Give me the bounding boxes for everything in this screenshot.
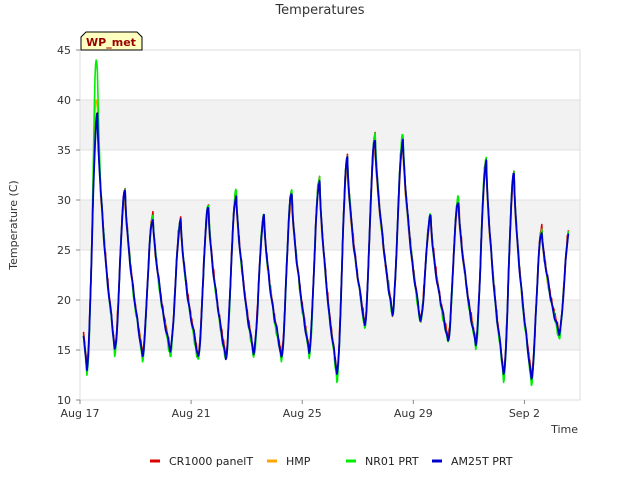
y-tick-label: 45 [57,44,71,57]
y-tick-label: 10 [57,394,71,407]
y-axis-label: Temperature (C) [7,180,20,270]
legend-item: NR01 PRT [346,455,419,468]
y-tick-label: 20 [57,294,71,307]
x-tick-label: Aug 21 [172,407,211,420]
legend-item: CR1000 panelT [150,455,253,468]
y-axis: 10 15 20 25 30 35 40 45 [57,44,80,407]
y-tick-label: 35 [57,144,71,157]
x-tick-label: Sep 2 [509,407,540,420]
y-tick-label: 30 [57,194,71,207]
x-axis: Aug 17 Aug 21 Aug 25 Aug 29 Sep 2 [61,400,540,420]
x-axis-label: Time [550,423,578,436]
y-tick-label: 25 [57,244,71,257]
temperature-chart: Temperatures 1015202530354045 Aug 17 Aug … [7,3,581,468]
x-tick-label: Aug 29 [394,407,433,420]
x-tick-label: Aug 17 [61,407,100,420]
chart-title: Temperatures [274,3,364,18]
legend-item: HMP [267,455,311,468]
y-tick-label: 15 [57,344,71,357]
legend-label: AM25T PRT [451,455,513,468]
x-tick-label: Aug 25 [283,407,322,420]
badge-label: WP_met [86,36,136,49]
legend-label: CR1000 panelT [169,455,253,468]
y-tick-label: 40 [57,94,71,107]
legend-label: HMP [286,455,311,468]
grid-band [80,100,580,150]
legend-item: AM25T PRT [432,455,513,468]
legend-label: NR01 PRT [365,455,419,468]
badge: WP_met [80,31,143,51]
legend: CR1000 panelT HMP NR01 PRT AM25T PRT [150,455,513,468]
